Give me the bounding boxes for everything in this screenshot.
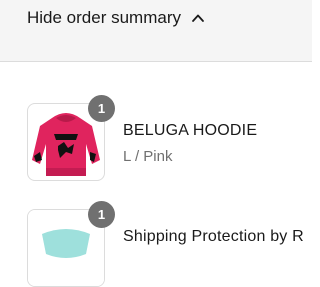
order-summary-toggle-label: Hide order summary <box>27 8 181 27</box>
hide-order-summary-toggle[interactable]: Hide order summary <box>27 8 206 28</box>
chevron-up-icon <box>192 14 204 22</box>
item-variant: L / Pink <box>123 148 173 165</box>
item-name: Shipping Protection by R <box>123 228 304 245</box>
quantity-badge: 1 <box>88 201 115 228</box>
order-summary-header: Hide order summary <box>0 0 312 62</box>
item-name: BELUGA HOODIE <box>123 122 258 139</box>
quantity-badge: 1 <box>88 95 115 122</box>
